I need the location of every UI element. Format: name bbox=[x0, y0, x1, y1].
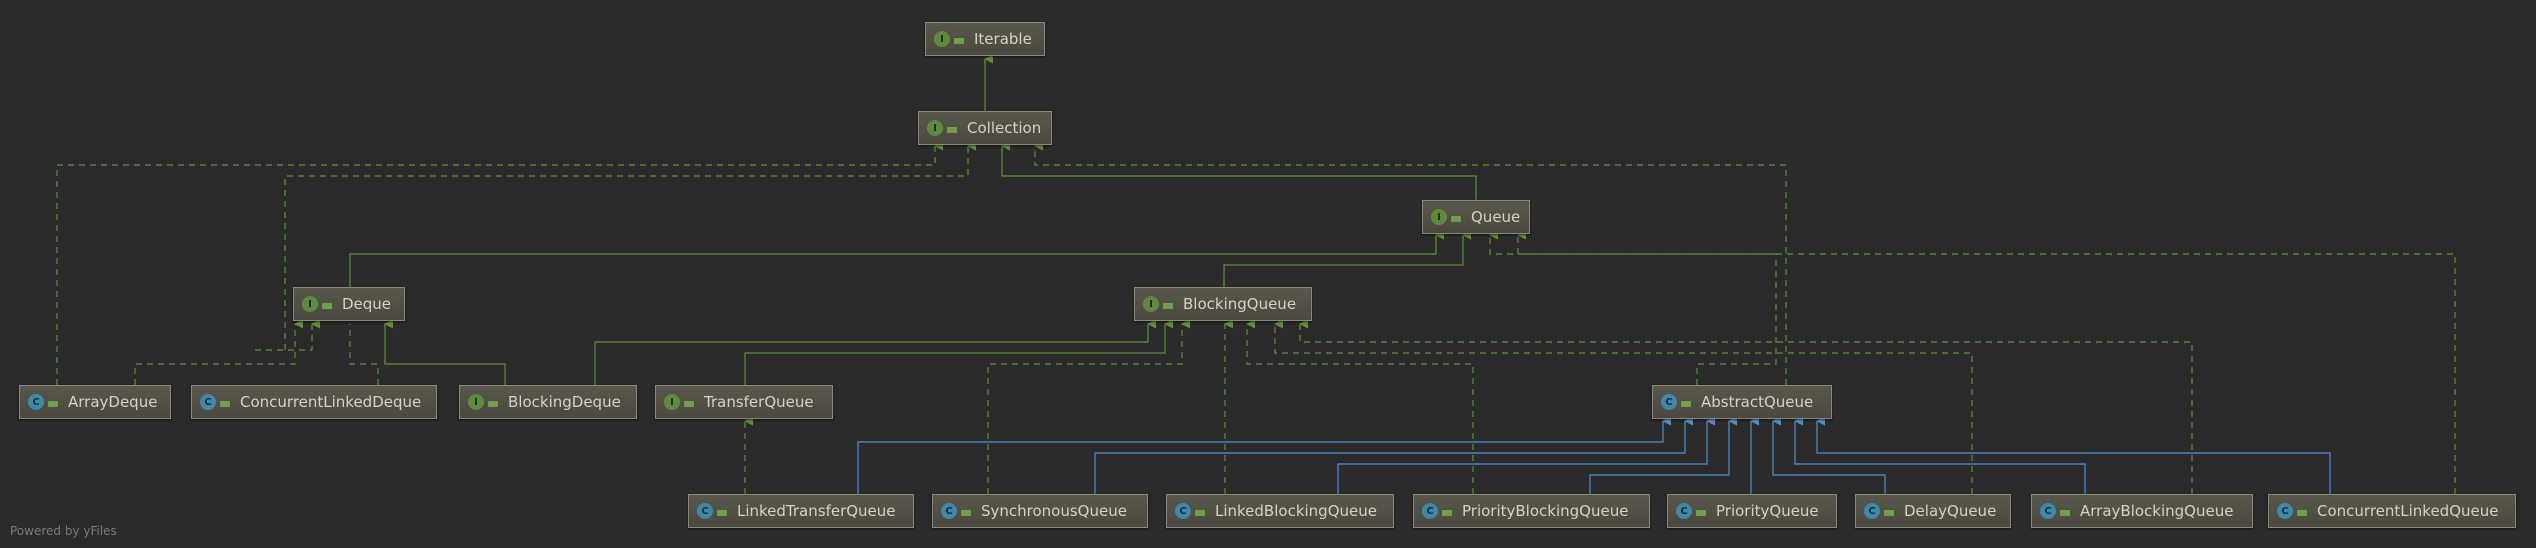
interface-icon: I bbox=[664, 394, 680, 410]
edge-linkedblockingqueue-abstractqueue bbox=[1337, 416, 1716, 494]
node-blocking-deque[interactable]: I BlockingDeque bbox=[459, 385, 637, 419]
lock-icon bbox=[1681, 397, 1691, 407]
node-collection[interactable]: I Collection bbox=[918, 111, 1052, 145]
node-queue[interactable]: I Queue bbox=[1422, 200, 1530, 234]
lock-icon bbox=[1884, 506, 1894, 516]
edge-concurrentlinkedqueue-queue bbox=[1517, 230, 2456, 494]
node-concurrent-linked-queue[interactable]: C ConcurrentLinkedQueue bbox=[2268, 494, 2516, 528]
node-label: AbstractQueue bbox=[1701, 393, 1814, 411]
lock-icon bbox=[2060, 506, 2070, 516]
class-icon: C bbox=[2277, 503, 2293, 519]
lock-icon bbox=[717, 506, 727, 516]
edge-priorityblockingqueue-blockingqueue bbox=[1246, 319, 1474, 494]
edge-concurrentlinkedqueue-abstractqueue bbox=[1816, 416, 2331, 494]
node-label: Queue bbox=[1471, 208, 1521, 226]
node-blocking-queue[interactable]: I BlockingQueue bbox=[1134, 287, 1312, 321]
node-concurrent-linked-deque[interactable]: C ConcurrentLinkedDeque bbox=[191, 385, 437, 419]
node-label: LinkedTransferQueue bbox=[737, 502, 896, 520]
node-deque[interactable]: I Deque bbox=[293, 287, 405, 321]
class-icon: C bbox=[200, 394, 216, 410]
edge-synchronousqueue-abstractqueue bbox=[1094, 416, 1694, 494]
lock-icon bbox=[48, 397, 58, 407]
class-icon: C bbox=[28, 394, 44, 410]
class-icon: C bbox=[1864, 503, 1880, 519]
edge-delayqueue-abstractqueue bbox=[1772, 416, 1886, 494]
node-label: Deque bbox=[342, 295, 392, 313]
relationship-edges bbox=[56, 54, 2456, 494]
lock-icon bbox=[684, 397, 694, 407]
node-linked-blocking-queue[interactable]: C LinkedBlockingQueue bbox=[1166, 494, 1394, 528]
node-label: Collection bbox=[967, 119, 1042, 137]
lock-icon bbox=[947, 123, 957, 133]
node-priority-blocking-queue[interactable]: C PriorityBlockingQueue bbox=[1413, 494, 1650, 528]
edge-deque-queue bbox=[349, 230, 1445, 287]
edge-synchronousqueue-blockingqueue bbox=[987, 319, 1191, 494]
node-label: Iterable bbox=[974, 30, 1032, 48]
edge-priorityblockingqueue-abstractqueue bbox=[1589, 416, 1738, 494]
edge-concurrentlinkeddeque-deque bbox=[255, 324, 379, 385]
lock-icon bbox=[1442, 506, 1452, 516]
node-abstract-queue[interactable]: C AbstractQueue bbox=[1652, 385, 1832, 419]
class-icon: C bbox=[1175, 503, 1191, 519]
node-synchronous-queue[interactable]: C SynchronousQueue bbox=[932, 494, 1148, 528]
interface-icon: I bbox=[1431, 209, 1447, 225]
edge-transferqueue-blockingqueue bbox=[744, 319, 1174, 385]
node-label: ConcurrentLinkedQueue bbox=[2317, 502, 2499, 520]
interface-icon: I bbox=[468, 394, 484, 410]
class-icon: C bbox=[697, 503, 713, 519]
class-icon: C bbox=[941, 503, 957, 519]
edge-arraydeque-collection bbox=[56, 141, 944, 385]
interface-icon: I bbox=[302, 296, 318, 312]
edge-abstractqueue-queue bbox=[1489, 230, 1777, 385]
lock-icon bbox=[322, 299, 332, 309]
interface-icon: I bbox=[927, 120, 943, 136]
class-icon: C bbox=[2040, 503, 2056, 519]
node-label: BlockingQueue bbox=[1183, 295, 1297, 313]
edge-arraydeque-deque bbox=[134, 319, 304, 385]
edge-blockingdeque-deque bbox=[384, 319, 506, 385]
node-array-deque[interactable]: C ArrayDeque bbox=[19, 385, 171, 419]
lock-icon bbox=[961, 506, 971, 516]
lock-icon bbox=[1451, 212, 1461, 222]
node-linked-transfer-queue[interactable]: C LinkedTransferQueue bbox=[688, 494, 914, 528]
node-iterable[interactable]: I Iterable bbox=[925, 22, 1045, 56]
lock-icon bbox=[2297, 506, 2307, 516]
node-label: ConcurrentLinkedDeque bbox=[240, 393, 422, 411]
node-delay-queue[interactable]: C DelayQueue bbox=[1855, 494, 2011, 528]
node-priority-queue[interactable]: C PriorityQueue bbox=[1667, 494, 1837, 528]
edge-arrayblockingqueue-abstractqueue bbox=[1794, 416, 2086, 494]
node-label: PriorityBlockingQueue bbox=[1462, 502, 1629, 520]
class-icon: C bbox=[1676, 503, 1692, 519]
node-label: DelayQueue bbox=[1904, 502, 1997, 520]
lock-icon bbox=[1163, 299, 1173, 309]
lock-icon bbox=[954, 34, 964, 44]
node-label: TransferQueue bbox=[704, 393, 814, 411]
node-label: BlockingDeque bbox=[508, 393, 621, 411]
node-label: PriorityQueue bbox=[1716, 502, 1819, 520]
node-label: LinkedBlockingQueue bbox=[1215, 502, 1377, 520]
edge-blockingdeque-blockingqueue bbox=[594, 319, 1157, 385]
interface-icon: I bbox=[1143, 296, 1159, 312]
edge-blockingqueue-queue bbox=[1223, 230, 1472, 287]
node-array-blocking-queue[interactable]: C ArrayBlockingQueue bbox=[2031, 494, 2253, 528]
node-label: SynchronousQueue bbox=[981, 502, 1127, 520]
class-icon: C bbox=[1422, 503, 1438, 519]
lock-icon bbox=[1195, 506, 1205, 516]
lock-icon bbox=[488, 397, 498, 407]
abstract-class-icon: C bbox=[1661, 394, 1677, 410]
edge-delayqueue-blockingqueue bbox=[1274, 319, 1973, 494]
interface-icon: I bbox=[934, 31, 950, 47]
lock-icon bbox=[1696, 506, 1706, 516]
lock-icon bbox=[220, 397, 230, 407]
node-label: ArrayDeque bbox=[68, 393, 158, 411]
edge-linkedtransferqueue-abstractqueue bbox=[857, 416, 1672, 494]
edge-queue-collection bbox=[1001, 141, 1477, 200]
node-transfer-queue[interactable]: I TransferQueue bbox=[655, 385, 833, 419]
powered-by-credit: Powered by yFiles bbox=[10, 524, 117, 538]
node-label: ArrayBlockingQueue bbox=[2080, 502, 2234, 520]
